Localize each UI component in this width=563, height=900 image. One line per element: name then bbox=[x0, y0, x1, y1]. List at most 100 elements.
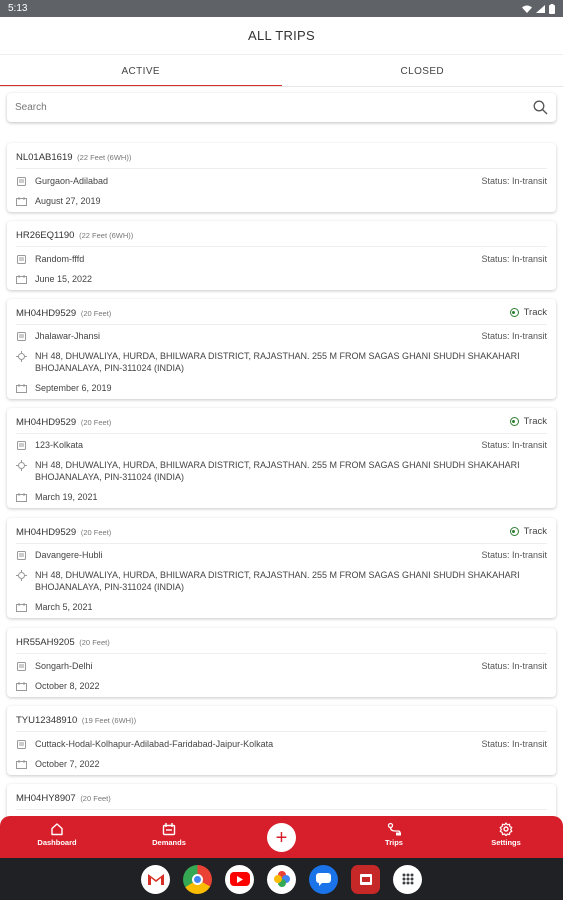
location-icon bbox=[16, 351, 27, 362]
divider bbox=[16, 809, 547, 810]
trip-header: TYU12348910 (19 Feet (6WH)) bbox=[16, 715, 136, 726]
route-text: 123-Kolkata bbox=[35, 440, 84, 450]
trip-date: June 15, 2022 bbox=[35, 274, 93, 284]
route-icon bbox=[16, 739, 27, 750]
date-row: August 27, 2019 bbox=[16, 196, 547, 208]
divider bbox=[16, 731, 547, 732]
chrome-icon[interactable] bbox=[183, 864, 212, 894]
tab-divider bbox=[0, 86, 563, 87]
trip-card[interactable]: MH04HD9529 (20 Feet) Track 123-Kolkata S… bbox=[7, 408, 556, 508]
route-icon bbox=[16, 176, 27, 187]
track-icon bbox=[509, 527, 519, 536]
address-text: NH 48, DHUWALIYA, HURDA, BHILWARA DISTRI… bbox=[35, 570, 520, 592]
route-row: Davangere-Hubli Status: In-transit bbox=[16, 550, 547, 562]
tab-closed[interactable]: CLOSED bbox=[282, 56, 563, 87]
vehicle-number: MH04HY8907 bbox=[16, 793, 76, 804]
status-text: Status: In-transit bbox=[481, 331, 547, 341]
vehicle-size: (20 Feet) bbox=[80, 528, 112, 537]
youtube-icon[interactable] bbox=[225, 864, 254, 894]
status-text: Status: In-transit bbox=[481, 440, 547, 450]
nav-demands[interactable]: Demands bbox=[129, 822, 209, 847]
app-icon[interactable] bbox=[351, 864, 380, 894]
location-icon bbox=[16, 570, 27, 581]
address-text: NH 48, DHUWALIYA, HURDA, BHILWARA DISTRI… bbox=[35, 460, 520, 482]
vehicle-number: MH04HD9529 bbox=[16, 417, 77, 428]
calendar-icon bbox=[16, 602, 27, 613]
app-drawer-icon[interactable] bbox=[393, 864, 422, 894]
search-icon[interactable] bbox=[533, 100, 548, 115]
route-icon bbox=[16, 331, 27, 342]
app-bar: ALL TRIPS bbox=[0, 17, 563, 55]
messages-icon[interactable] bbox=[309, 864, 338, 894]
trip-card[interactable]: HR55AH9205 (20 Feet) Songarh-Delhi Statu… bbox=[7, 628, 556, 697]
photos-icon[interactable] bbox=[267, 864, 296, 894]
route-row: Cuttack-Hodal-Kolhapur-Adilabad-Faridaba… bbox=[16, 739, 547, 751]
nav-label: Settings bbox=[491, 838, 521, 847]
nav-settings[interactable]: Settings bbox=[466, 822, 546, 847]
date-row: October 7, 2022 bbox=[16, 759, 547, 771]
track-button[interactable]: Track bbox=[509, 416, 547, 427]
track-label: Track bbox=[523, 416, 547, 427]
status-text: Status: In-transit bbox=[481, 176, 547, 186]
route-row: Gurgaon-Adilabad Status: In-transit bbox=[16, 176, 547, 188]
route-row: Random-fffd Status: In-transit bbox=[16, 254, 547, 266]
vehicle-size: (20 Feet) bbox=[80, 309, 112, 318]
vehicle-size: (20 Feet) bbox=[80, 794, 111, 803]
signal-icon bbox=[536, 4, 545, 13]
trip-header: MH04HD9529 (20 Feet) bbox=[16, 308, 111, 319]
app-dock bbox=[0, 858, 563, 900]
trip-date: October 7, 2022 bbox=[35, 759, 100, 769]
status-bar: 5:13 bbox=[0, 0, 563, 17]
calendar-icon bbox=[16, 759, 27, 770]
route-icon bbox=[16, 661, 27, 672]
divider bbox=[16, 168, 547, 169]
divider bbox=[16, 324, 547, 325]
divider bbox=[16, 433, 547, 434]
tab-active[interactable]: ACTIVE bbox=[0, 56, 282, 87]
status-text: Status: In-transit bbox=[481, 254, 547, 264]
location-row: NH 48, DHUWALIYA, HURDA, BHILWARA DISTRI… bbox=[16, 351, 547, 374]
nav-dashboard[interactable]: Dashboard bbox=[17, 822, 97, 847]
calendar-icon bbox=[16, 492, 27, 503]
location-row: NH 48, DHUWALIYA, HURDA, BHILWARA DISTRI… bbox=[16, 570, 547, 593]
trip-header: HR26EQ1190 (22 Feet (6WH)) bbox=[16, 230, 133, 241]
date-row: June 15, 2022 bbox=[16, 274, 547, 286]
route-icon bbox=[16, 550, 27, 561]
address-text: NH 48, DHUWALIYA, HURDA, BHILWARA DISTRI… bbox=[35, 351, 520, 373]
nav-trips[interactable]: Trips bbox=[354, 822, 434, 847]
demands-icon bbox=[162, 823, 176, 836]
track-label: Track bbox=[523, 526, 547, 537]
trip-header: MH04HD9529 (20 Feet) bbox=[16, 527, 111, 538]
status-text: Status: In-transit bbox=[481, 550, 547, 560]
divider bbox=[16, 543, 547, 544]
trip-header: HR55AH9205 (20 Feet) bbox=[16, 637, 110, 648]
trip-card[interactable]: HR26EQ1190 (22 Feet (6WH)) Random-fffd S… bbox=[7, 221, 556, 290]
track-button[interactable]: Track bbox=[509, 526, 547, 537]
date-row: March 19, 2021 bbox=[16, 492, 547, 504]
track-icon bbox=[509, 417, 519, 426]
trip-card[interactable]: MH04HD9529 (20 Feet) Track Davangere-Hub… bbox=[7, 518, 556, 618]
track-label: Track bbox=[523, 307, 547, 318]
nav-label: Demands bbox=[152, 838, 186, 847]
calendar-icon bbox=[16, 274, 27, 285]
date-row: October 8, 2022 bbox=[16, 681, 547, 693]
route-text: Gurgaon-Adilabad bbox=[35, 176, 109, 186]
track-button[interactable]: Track bbox=[509, 307, 547, 318]
vehicle-number: NL01AB1619 bbox=[16, 152, 73, 163]
gmail-icon[interactable] bbox=[141, 864, 170, 894]
search-input[interactable] bbox=[15, 102, 533, 113]
route-text: Davangere-Hubli bbox=[35, 550, 103, 560]
home-icon bbox=[51, 823, 63, 836]
add-button[interactable]: + bbox=[267, 823, 296, 852]
trip-date: October 8, 2022 bbox=[35, 681, 100, 691]
trip-card[interactable]: NL01AB1619 (22 Feet (6WH)) Gurgaon-Adila… bbox=[7, 143, 556, 212]
tab-bar: ACTIVE CLOSED bbox=[0, 56, 563, 87]
trip-card[interactable]: MH04HD9529 (20 Feet) Track Jhalawar-Jhan… bbox=[7, 299, 556, 399]
battery-icon bbox=[549, 3, 555, 14]
route-text: Cuttack-Hodal-Kolhapur-Adilabad-Faridaba… bbox=[35, 739, 274, 749]
route-row: Songarh-Delhi Status: In-transit bbox=[16, 661, 547, 673]
bottom-nav: Dashboard Demands + Trips Settings bbox=[0, 816, 563, 858]
route-text: Jhalawar-Jhansi bbox=[35, 331, 101, 341]
trip-card[interactable]: TYU12348910 (19 Feet (6WH)) Cuttack-Hoda… bbox=[7, 706, 556, 775]
route-icon bbox=[16, 254, 27, 265]
